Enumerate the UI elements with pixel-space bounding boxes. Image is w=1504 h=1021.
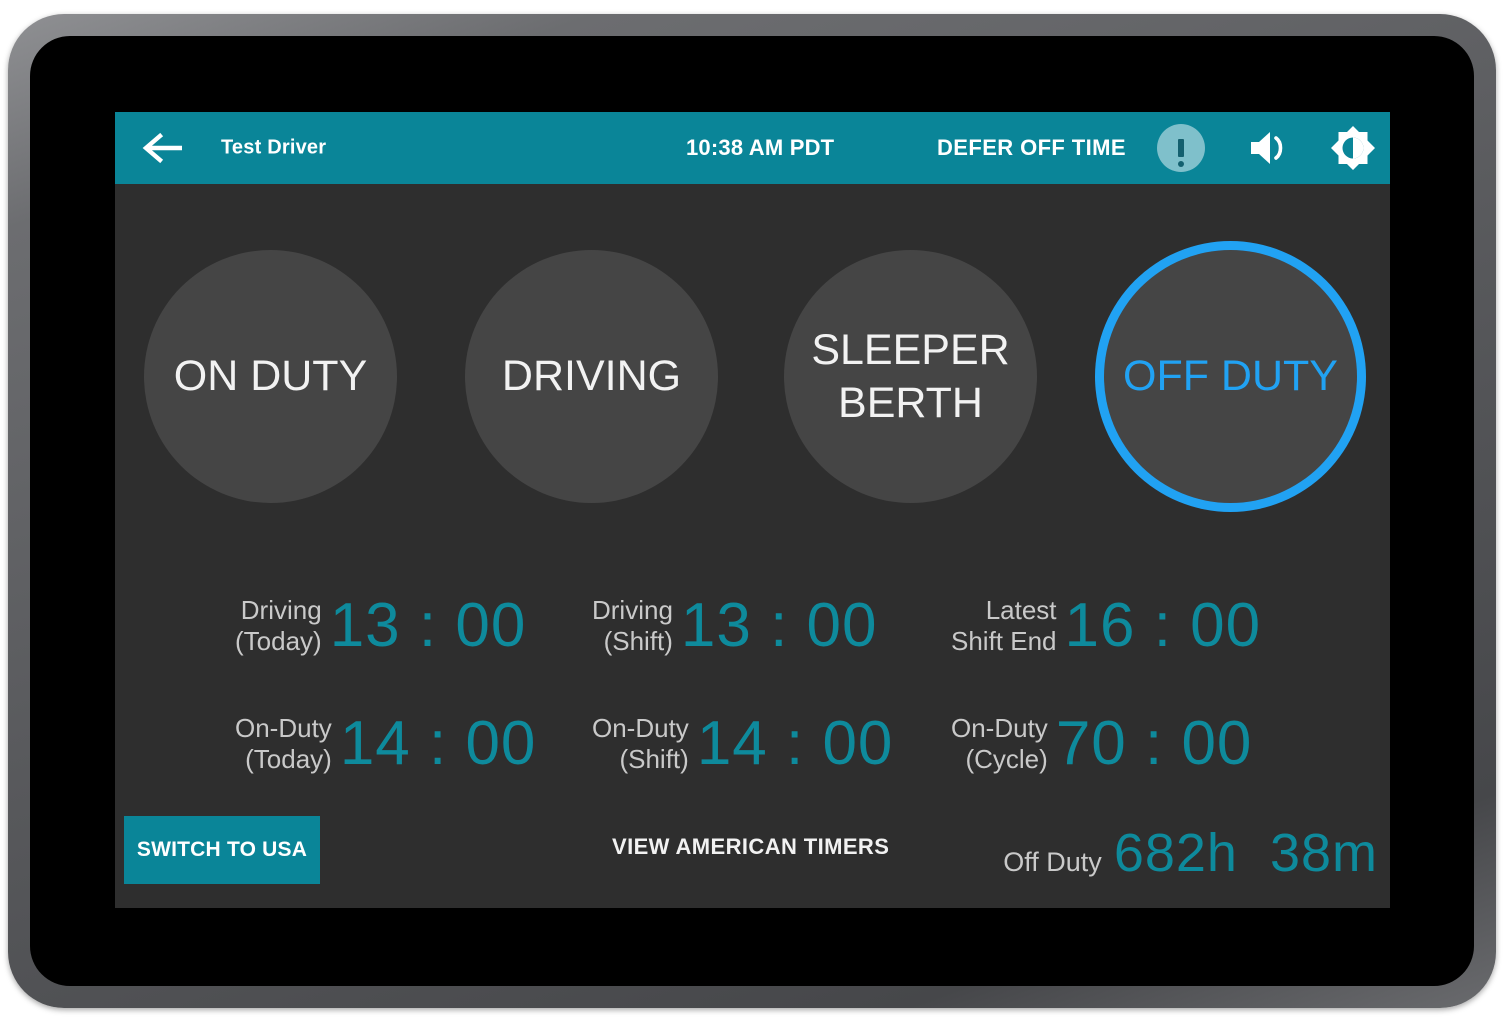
duty-status-off-duty[interactable]: OFF DUTY: [1104, 250, 1357, 503]
alert-exclamation-icon[interactable]: [1157, 124, 1205, 172]
back-arrow-icon[interactable]: [139, 125, 185, 171]
timers-grid: Driving (Today) 13 : 00 Driving (Shift) …: [115, 590, 1390, 810]
timer-value: 14 : 00: [696, 709, 894, 778]
timer-label: On-Duty (Cycle): [951, 712, 1048, 774]
off-duty-total: Off Duty 682h 38m: [1003, 822, 1378, 884]
timer-driving-today: Driving (Today) 13 : 00: [235, 590, 526, 661]
device-frame: Test Driver 10:38 AM PDT DEFER OFF TIME: [8, 14, 1496, 1008]
timer-onduty-today: On-Duty (Today) 14 : 00: [235, 708, 536, 779]
duty-status-label: DRIVING: [501, 352, 682, 401]
timer-latest-shift-end: Latest Shift End 16 : 00: [951, 590, 1261, 661]
timer-value: 13 : 00: [680, 591, 878, 660]
clock-label: 10:38 AM PDT: [686, 135, 835, 160]
timer-value: 13 : 00: [329, 591, 527, 660]
off-duty-total-label: Off Duty: [1003, 847, 1102, 877]
timer-value: 16 : 00: [1064, 591, 1262, 660]
exclamation-glyph: [1178, 139, 1184, 167]
timer-label: Driving (Shift): [592, 594, 673, 656]
timer-label: Driving (Today): [235, 594, 322, 656]
timer-driving-shift: Driving (Shift) 13 : 00: [592, 590, 878, 661]
switch-to-usa-button[interactable]: SWITCH TO USA: [124, 816, 320, 884]
duty-status-label: OFF DUTY: [1123, 352, 1338, 401]
duty-status-on-duty[interactable]: ON DUTY: [144, 250, 397, 503]
timer-value: 14 : 00: [339, 709, 537, 778]
duty-status-label: ON DUTY: [173, 352, 368, 401]
view-american-timers-button[interactable]: VIEW AMERICAN TIMERS: [612, 834, 889, 860]
timer-label: On-Duty (Today): [235, 712, 332, 774]
duty-status-driving[interactable]: DRIVING: [465, 250, 718, 503]
brightness-icon[interactable]: [1327, 122, 1379, 174]
timer-label: Latest Shift End: [951, 594, 1057, 656]
timer-label: On-Duty (Shift): [592, 712, 689, 774]
duty-status-label: SLEEPER BERTH: [811, 326, 1010, 427]
defer-off-time-button[interactable]: DEFER OFF TIME: [937, 135, 1126, 161]
timer-onduty-cycle: On-Duty (Cycle) 70 : 00: [951, 708, 1252, 779]
off-duty-total-value: 682h 38m: [1113, 823, 1378, 883]
volume-icon[interactable]: [1243, 124, 1295, 172]
timer-value: 70 : 00: [1055, 709, 1253, 778]
bottom-bar: SWITCH TO USA VIEW AMERICAN TIMERS Off D…: [115, 808, 1390, 908]
duty-status-selector: ON DUTY DRIVING SLEEPER BERTH OFF DUTY: [115, 184, 1390, 584]
duty-status-sleeper-berth[interactable]: SLEEPER BERTH: [784, 250, 1037, 503]
driver-name-label: Test Driver: [221, 136, 327, 159]
app-screen: Test Driver 10:38 AM PDT DEFER OFF TIME: [115, 112, 1390, 908]
device-screen-black-area: Test Driver 10:38 AM PDT DEFER OFF TIME: [30, 36, 1474, 986]
top-app-bar: Test Driver 10:38 AM PDT DEFER OFF TIME: [115, 112, 1390, 184]
timer-onduty-shift: On-Duty (Shift) 14 : 00: [592, 708, 893, 779]
